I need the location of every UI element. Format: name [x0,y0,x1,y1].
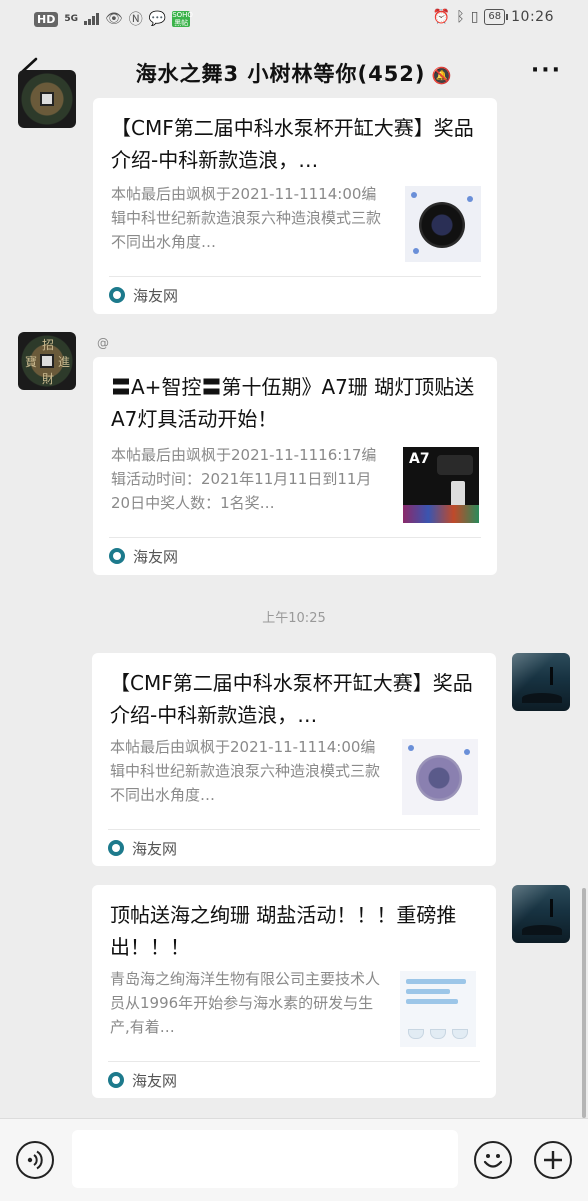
thumb-dot [411,192,417,198]
thumb-caption: A7 [409,451,430,467]
source-label: 海友网 [133,287,179,305]
source-app-icon [109,287,125,303]
rock-shape [522,925,562,935]
plus-icon [544,1151,562,1169]
bluetooth-icon: ᛒ [456,9,465,25]
network-type-badge: 5G [64,13,78,24]
thumb-dot [467,196,473,202]
status-right: ⏰ ᛒ ▯ 68 10:26 [433,9,554,25]
card-title: 〓A+智控〓第十伍期》A7珊 瑚灯顶贴送A7灯具活动开始！ [111,375,475,431]
source-label: 海友网 [133,548,179,566]
card-footer: 海友网 [109,276,481,313]
source-label: 海友网 [132,1072,178,1090]
card-title: 【CMF第二届中科水泵杯开缸大赛】奖品介绍-中科新款造浪，… [110,671,473,727]
card-footer: 海友网 [108,829,480,866]
voice-icon [27,1150,43,1170]
message-timestamp: 上午10:25 [262,611,326,626]
link-card[interactable]: 〓A+智控〓第十伍期》A7珊 瑚灯顶贴送A7灯具活动开始！ 本帖最后由飒枫于20… [93,357,497,575]
more-options-button[interactable]: ··· [531,58,562,83]
bowl-shape [430,1029,446,1039]
status-bar: HD 5G 👁 Ⓝ 💬 SOHO 黑帖 ⏰ ᛒ ▯ 68 10:26 [0,0,588,38]
wechat-icon: 💬 [148,11,167,27]
more-actions-button[interactable] [534,1141,572,1179]
voice-input-button[interactable] [16,1141,54,1179]
a7-lamp-thumbnail: A7 [403,447,479,523]
card-description: 本帖最后由飒枫于2021-11-1114:00编辑中科世纪新款造浪泵六种造浪模式… [111,185,382,251]
bowl-shape [452,1029,468,1039]
status-left: HD 5G 👁 Ⓝ 💬 SOHO 黑帖 [34,9,193,29]
avatar[interactable] [18,70,76,128]
lamp-shape [437,455,473,475]
card-description: 本帖最后由飒枫于2021-11-1116:17编辑活动时间：2021年11月11… [111,446,377,512]
alarm-icon: ⏰ [432,9,451,25]
thumb-bar [406,999,458,1004]
signal-icon [84,13,99,25]
my-avatar[interactable] [512,653,570,711]
link-card[interactable]: 【CMF第二届中科水泵杯开缸大赛】奖品介绍-中科新款造浪，… 本帖最后由飒枫于2… [93,98,497,314]
figure-shape [550,667,553,685]
wave-pump-thumbnail [405,186,481,262]
avatar[interactable]: 招 進 財 寶 [18,332,76,390]
card-title: 顶帖送海之绚珊 瑚盐活动！！！重磅推出！！！ [110,903,457,959]
card-description: 本帖最后由飒枫于2021-11-1114:00编辑中科世纪新款造浪泵六种造浪模式… [110,738,381,804]
emoji-button[interactable] [474,1141,512,1179]
coin-char: 寶 [25,355,38,369]
wave-pump-thumbnail [402,739,478,815]
nfc-icon: Ⓝ [128,12,143,28]
clock: 10:26 [511,9,554,25]
link-card[interactable]: 【CMF第二届中科水泵杯开缸大赛】奖品介绍-中科新款造浪，… 本帖最后由飒枫于2… [92,653,496,866]
message-input[interactable] [72,1130,458,1188]
coin-hole-shape [40,354,54,368]
reef-shape [403,505,479,523]
reef-salt-thumbnail [400,971,476,1047]
my-avatar[interactable] [512,885,570,943]
scrollbar[interactable] [582,888,586,1118]
card-footer: 海友网 [109,537,481,574]
bowl-shape [408,1029,424,1039]
chat-header: 海水之舞3 小树林等你(452) 🔕 ··· [0,38,588,104]
pump-shape [416,755,462,801]
thumb-dot [408,745,414,751]
thumb-bar [406,979,466,984]
thumb-bar [406,989,450,994]
mention-label: @ [97,336,109,350]
phone-shape [451,481,465,507]
hd-badge: HD [34,11,59,27]
input-bar [0,1118,588,1201]
coin-hole-shape [40,92,54,106]
pump-shape [419,202,465,248]
card-title: 【CMF第二届中科水泵杯开缸大赛】奖品介绍-中科新款造浪，… [111,116,474,172]
figure-shape [550,899,553,917]
card-description: 青岛海之绚海洋生物有限公司主要技术人员从1996年开始参与海水素的研发与生产,有… [110,970,381,1036]
source-label: 海友网 [132,840,178,858]
source-app-icon [108,1072,124,1088]
link-card[interactable]: 顶帖送海之绚珊 瑚盐活动！！！重磅推出！！！ 青岛海之绚海洋生物有限公司主要技术… [92,885,496,1098]
eye-icon: 👁 [105,11,123,27]
chat-title: 海水之舞3 小树林等你(452) 🔕 [0,58,588,88]
thumb-dot [413,248,419,254]
smiley-icon [483,1154,503,1168]
vibrate-icon: ▯ [470,9,479,25]
bell-slash-icon: 🔕 [431,66,453,85]
group-name: 海水之舞3 小树林等你(452) [135,62,426,86]
app-notification-icon: SOHO 黑帖 [172,11,193,27]
coin-char: 財 [42,372,55,386]
source-app-icon [109,548,125,564]
coin-char: 招 [42,338,55,352]
coin-char: 進 [58,355,71,369]
thumb-dot [464,749,470,755]
battery-indicator: 68 [484,9,508,25]
card-footer: 海友网 [108,1061,480,1098]
rock-shape [522,693,562,703]
source-app-icon [108,840,124,856]
